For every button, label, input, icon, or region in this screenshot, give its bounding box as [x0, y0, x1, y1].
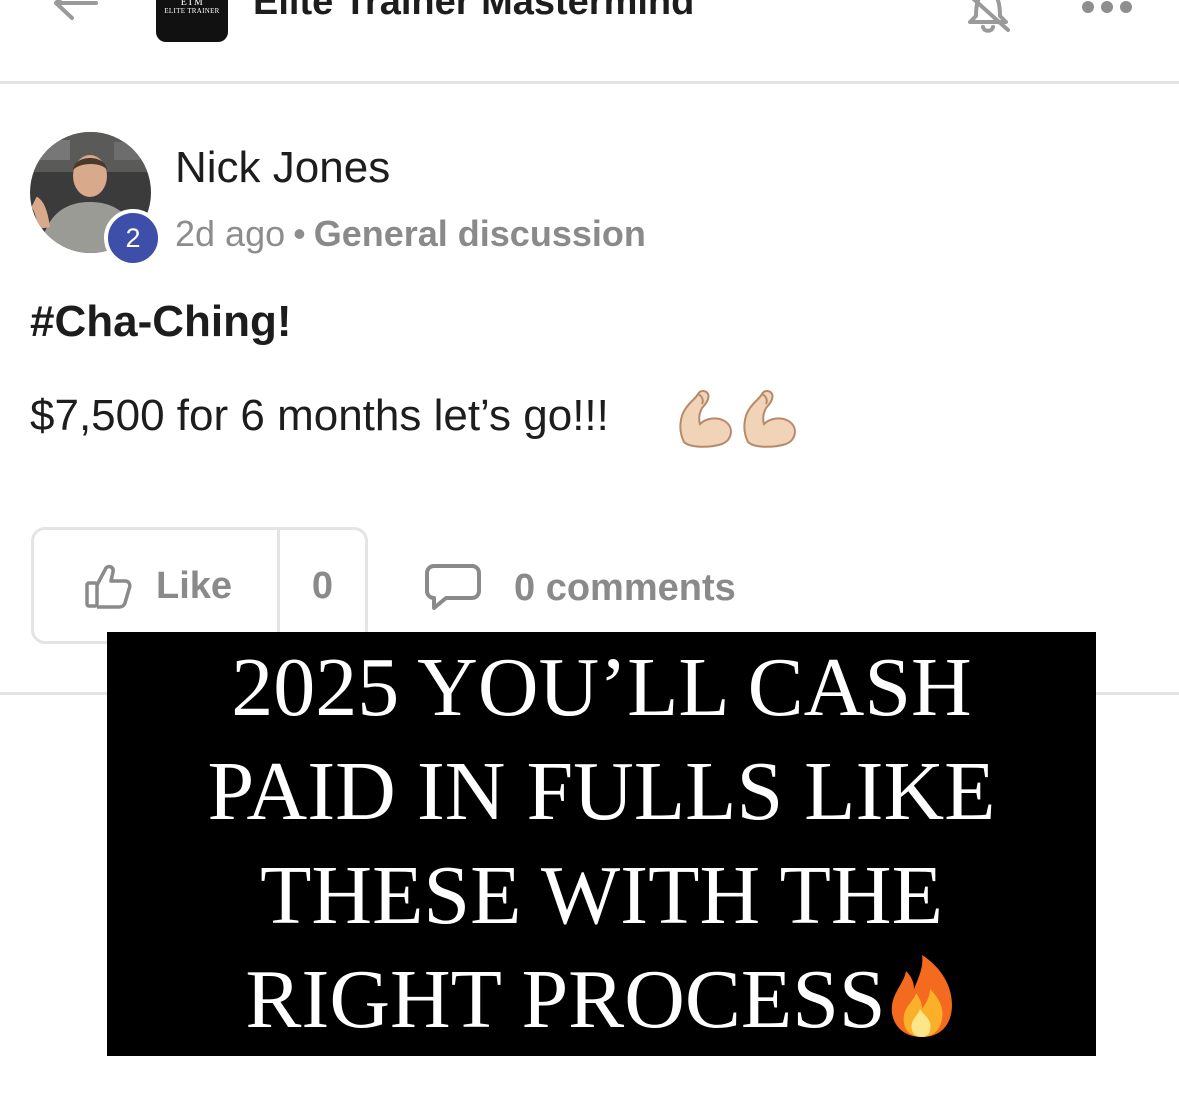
arrow-left-icon — [54, 0, 98, 20]
logo-subtitle: ELITE TRAINER — [164, 7, 220, 15]
post-time: 2d ago — [175, 213, 286, 254]
post-category[interactable]: General discussion — [314, 213, 646, 254]
banner-line-4-text: RIGHT PROCESS — [245, 953, 886, 1046]
like-control: Like 0 — [31, 527, 368, 644]
like-label: Like — [156, 565, 233, 607]
flexed-biceps-emojis — [676, 386, 800, 448]
comments-count-label: 0 comments — [514, 567, 736, 609]
banner-line-1: 2025 YOU’LL CASH — [231, 641, 972, 734]
promo-banner: 2025 YOU’LL CASH PAID IN FULLS LIKE THES… — [107, 632, 1096, 1056]
post-screen: ETM ELITE TRAINER Elite Trainer Mastermi… — [0, 0, 1179, 1105]
author-name[interactable]: Nick Jones — [175, 142, 390, 194]
meta-separator: • — [293, 213, 306, 254]
more-options-button[interactable] — [1080, 0, 1134, 18]
group-title[interactable]: Elite Trainer Mastermind — [253, 0, 694, 24]
banner-line-4: RIGHT PROCESS — [107, 948, 1096, 1052]
comment-bubble-icon — [425, 564, 481, 610]
fire-icon — [891, 955, 952, 1037]
comments-button[interactable]: 0 comments — [424, 560, 764, 614]
top-bar: ETM ELITE TRAINER Elite Trainer Mastermi… — [0, 0, 1179, 84]
bell-icon — [968, 0, 1010, 33]
thumbs-up-icon — [85, 564, 132, 609]
more-horizontal-icon — [1082, 1, 1132, 13]
back-button[interactable] — [50, 0, 100, 28]
like-button[interactable]: Like — [34, 530, 280, 641]
post-meta: 2d ago • General discussion — [175, 212, 646, 256]
banner-line-2: PAID IN FULLS LIKE — [207, 745, 996, 838]
banner-line-3: THESE WITH THE — [260, 849, 943, 942]
post-title: #Cha-Ching! — [30, 297, 292, 346]
like-count[interactable]: 0 — [280, 564, 365, 608]
level-badge: 2 — [104, 209, 162, 267]
post-body: $7,500 for 6 months let’s go!!! — [30, 391, 609, 440]
notifications-button[interactable] — [962, 0, 1014, 36]
flexed-biceps-icon — [679, 390, 796, 448]
group-logo[interactable]: ETM ELITE TRAINER — [156, 0, 228, 42]
